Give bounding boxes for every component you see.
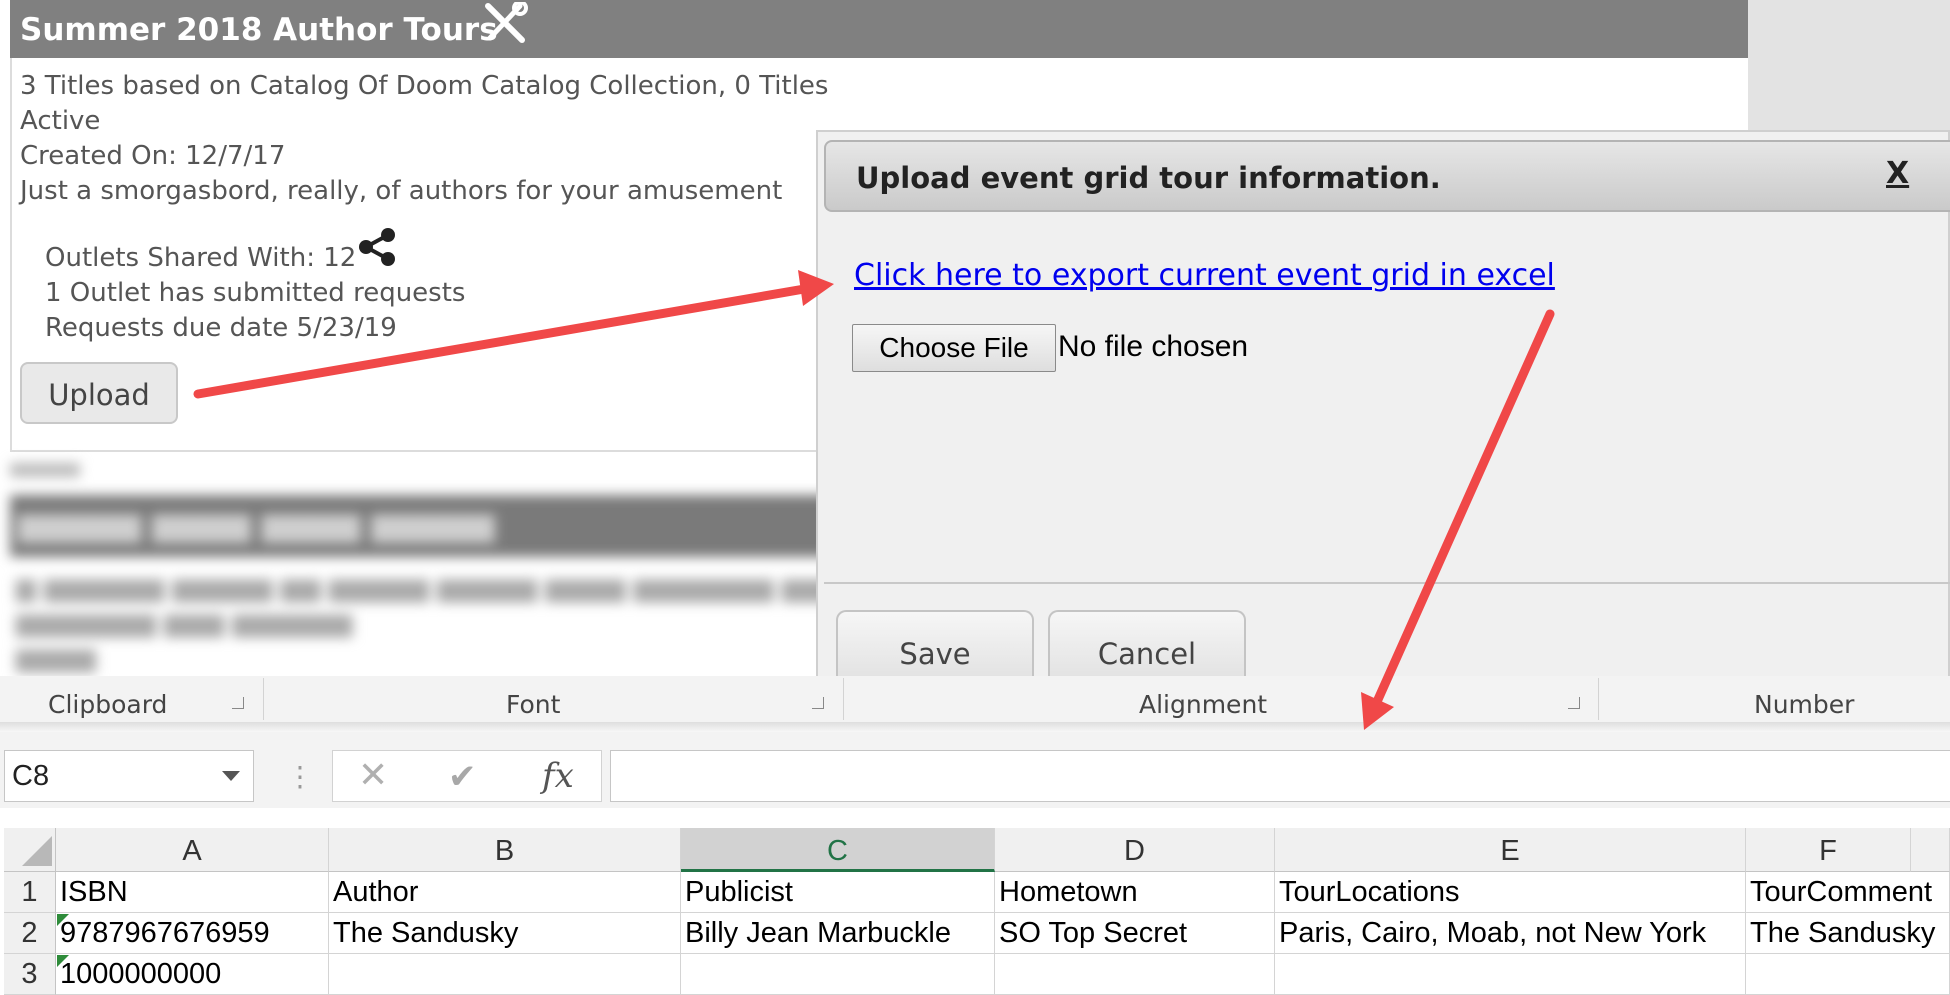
cell-e3[interactable] xyxy=(1275,954,1746,995)
share-icon[interactable] xyxy=(356,226,398,268)
cell-b2[interactable]: The Sandusky xyxy=(329,913,681,954)
upload-button[interactable]: Upload xyxy=(20,362,178,424)
cell-c1[interactable]: Publicist xyxy=(681,872,995,913)
created-date: Created On: 12/7/17 xyxy=(20,141,286,171)
cancel-entry-icon[interactable]: ✕ xyxy=(358,755,388,796)
cell-d3[interactable] xyxy=(995,954,1275,995)
row-header-2[interactable]: 2 xyxy=(4,913,56,954)
file-status-text: No file chosen xyxy=(1058,330,1249,363)
cell-e1[interactable]: TourLocations xyxy=(1275,872,1746,913)
titles-active: Active xyxy=(20,106,101,136)
save-button[interactable]: Save xyxy=(836,610,1034,680)
ribbon-group-font: Font xyxy=(506,690,561,719)
cell-e2[interactable]: Paris, Cairo, Moab, not New York xyxy=(1275,913,1746,954)
column-header-a[interactable]: A xyxy=(56,828,329,872)
cell-b1[interactable]: Author xyxy=(329,872,681,913)
ribbon-group-alignment: Alignment xyxy=(1139,690,1268,719)
blurred-collection-card: ▆▆▆▆▆ ▆▆▆▆ ▆▆▆▆ ▆▆▆▆▆ ▆ ▆▆▆▆▆▆ ▆▆▆▆▆ ▆▆ … xyxy=(0,455,982,680)
close-button[interactable]: X xyxy=(1886,156,1909,191)
requests-due-date: Requests due date 5/23/19 xyxy=(45,313,397,343)
cell-d2[interactable]: SO Top Secret xyxy=(995,913,1275,954)
cell-f3[interactable] xyxy=(1746,954,1950,995)
chevron-down-icon[interactable] xyxy=(222,771,240,781)
name-box-value: C8 xyxy=(12,760,50,792)
blurred-line: ▆▆▆▆ xyxy=(16,643,96,673)
cell-a2[interactable]: 9787967676959 xyxy=(56,913,329,954)
collection-title: Summer 2018 Author Tours xyxy=(20,12,498,48)
clipboard-launcher-icon[interactable] xyxy=(232,697,244,709)
vertical-dots-icon: ⋮ xyxy=(286,760,314,793)
choose-file-button[interactable]: Choose File xyxy=(852,324,1056,372)
column-header-d[interactable]: D xyxy=(995,828,1275,872)
tools-icon[interactable] xyxy=(482,2,528,44)
select-all-triangle-icon xyxy=(22,836,52,866)
cell-f2[interactable]: The Sandusky xyxy=(1746,913,1950,954)
formula-input[interactable] xyxy=(610,750,1950,802)
cell-c3[interactable] xyxy=(681,954,995,995)
ribbon-separator xyxy=(843,678,844,720)
dialog-title: Upload event grid tour information. xyxy=(856,161,1441,195)
outlets-shared: Outlets Shared With: 12 xyxy=(45,243,357,273)
insert-function-icon[interactable]: fx xyxy=(542,756,574,796)
excel-ribbon xyxy=(0,676,1950,723)
ribbon-group-clipboard: Clipboard xyxy=(48,690,168,719)
column-header-f[interactable]: F xyxy=(1746,828,1911,872)
outlet-requests: 1 Outlet has submitted requests xyxy=(45,278,466,308)
number-as-text-indicator-icon xyxy=(57,914,69,926)
upload-dialog xyxy=(816,130,1950,680)
titles-summary: 3 Titles based on Catalog Of Doom Catalo… xyxy=(20,71,829,101)
column-header-b[interactable]: B xyxy=(329,828,681,872)
blurred-line: ▆▆▆▆▆▆▆ ▆▆▆ ▆▆▆▆▆▆ xyxy=(16,608,353,638)
cancel-button[interactable]: Cancel xyxy=(1048,610,1246,680)
ribbon-group-number: Number xyxy=(1754,690,1855,719)
blurred-title: ▆▆▆▆▆ ▆▆▆▆ ▆▆▆▆ ▆▆▆▆▆ xyxy=(18,505,495,543)
dialog-divider xyxy=(824,582,1950,584)
column-header-c[interactable]: C xyxy=(681,828,995,872)
cell-f1[interactable]: TourComment xyxy=(1746,872,1950,913)
font-launcher-icon[interactable] xyxy=(812,697,824,709)
blurred-label xyxy=(10,463,80,477)
cell-a3[interactable]: 1000000000 xyxy=(56,954,329,995)
row-header-1[interactable]: 1 xyxy=(4,872,56,913)
column-header-e[interactable]: E xyxy=(1275,828,1746,872)
page-background-strip xyxy=(1748,0,1950,140)
row-header-3[interactable]: 3 xyxy=(4,954,56,995)
collection-description: Just a smorgasbord, really, of authors f… xyxy=(20,176,783,206)
confirm-entry-icon[interactable]: ✔ xyxy=(448,757,477,797)
cell-c2[interactable]: Billy Jean Marbuckle xyxy=(681,913,995,954)
export-excel-link[interactable]: Click here to export current event grid … xyxy=(854,258,1555,293)
ribbon-shadow xyxy=(0,722,1950,732)
ribbon-separator xyxy=(1598,678,1599,720)
cell-a1[interactable]: ISBN xyxy=(56,872,329,913)
alignment-launcher-icon[interactable] xyxy=(1568,697,1580,709)
cell-d1[interactable]: Hometown xyxy=(995,872,1275,913)
column-header-partial[interactable] xyxy=(1911,828,1950,872)
ribbon-separator xyxy=(263,678,264,720)
number-as-text-indicator-icon xyxy=(57,955,69,967)
cell-b3[interactable] xyxy=(329,954,681,995)
